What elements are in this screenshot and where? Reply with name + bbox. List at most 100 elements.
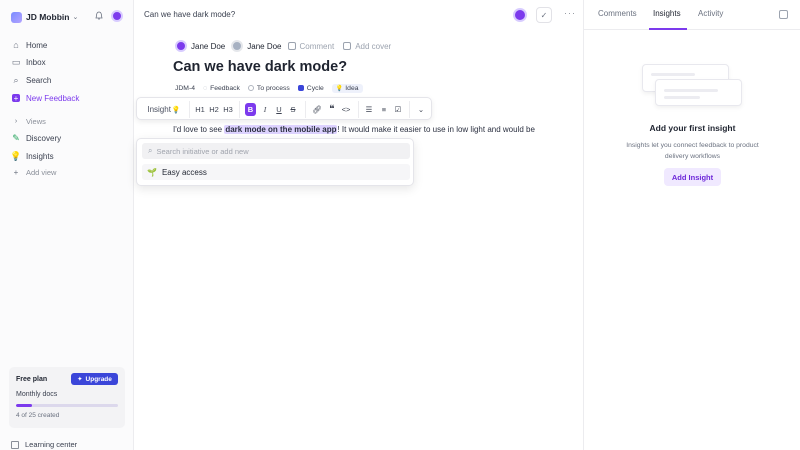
- tab-insights[interactable]: Insights: [653, 9, 681, 18]
- highlighted-text[interactable]: dark mode on the mobile app: [224, 125, 338, 134]
- sidebar-item-label: Search: [26, 75, 52, 85]
- bell-icon[interactable]: [95, 11, 103, 21]
- add-view-button[interactable]: + Add view: [11, 164, 123, 180]
- page-title[interactable]: Can we have dark mode?: [173, 59, 347, 75]
- comment-label: Comment: [299, 41, 335, 51]
- views-section-header[interactable]: › Views: [11, 113, 123, 129]
- empty-state-title: Add your first insight: [649, 123, 736, 133]
- plus-icon: +: [12, 93, 20, 103]
- add-cover-label: Add cover: [355, 41, 392, 51]
- reporter-name[interactable]: Jane Doe: [247, 42, 281, 51]
- panel-tabs: Comments Insights Activity: [584, 0, 800, 30]
- status-label: To process: [256, 84, 290, 92]
- body-text-after: ! It would make it easier to use in low …: [337, 125, 535, 134]
- comment-button[interactable]: Comment: [287, 41, 335, 51]
- chevron-right-icon: ›: [14, 117, 18, 125]
- type-property[interactable]: ◌ Feedback: [203, 85, 240, 92]
- initiative-search-input[interactable]: [156, 146, 397, 156]
- illustration-card: [655, 79, 742, 106]
- cycle-property[interactable]: Cycle: [297, 85, 324, 92]
- toolbar-divider: [409, 101, 410, 118]
- add-cover-button[interactable]: Add cover: [343, 42, 391, 51]
- italic-button[interactable]: I: [260, 103, 270, 116]
- comment-icon: [287, 42, 296, 50]
- dropdown-option-easy-access[interactable]: 🌱 Easy access: [142, 164, 410, 180]
- sidebar-item-new-feedback[interactable]: + New Feedback: [11, 90, 123, 106]
- tab-comments[interactable]: Comments: [598, 9, 637, 18]
- heading-1-button[interactable]: H1: [194, 103, 206, 116]
- sidebar-item-inbox[interactable]: ▭ Inbox: [11, 54, 123, 70]
- initiative-search[interactable]: ⌕: [142, 143, 410, 159]
- option-label: Easy access: [161, 167, 207, 177]
- active-tab-indicator: [649, 28, 687, 30]
- doc-body[interactable]: I'd love to see dark mode on the mobile …: [173, 125, 535, 134]
- chevron-down-icon: ⌄: [72, 14, 79, 21]
- lightbulb-icon: 💡: [335, 85, 344, 92]
- quote-icon[interactable]: ❝: [326, 103, 338, 116]
- insight-label: Insight: [147, 105, 171, 114]
- formatting-toolbar: Insight 💡 H1 H2 H3 B I U S 🔗︎ ❝ <> ☰ ≡ ☑…: [136, 97, 432, 120]
- inbox-icon: ▭: [11, 56, 21, 67]
- home-icon: ⌂: [13, 40, 19, 50]
- bold-button[interactable]: B: [245, 103, 256, 116]
- author-name[interactable]: Jane Doe: [191, 42, 225, 51]
- bullet-list-icon[interactable]: ☰: [363, 103, 375, 116]
- upgrade-button[interactable]: ✦ Upgrade: [71, 373, 118, 385]
- toolbar-divider: [239, 101, 240, 118]
- sidebar-item-insights[interactable]: 💡 Insights: [10, 148, 123, 164]
- book-icon: [11, 440, 19, 449]
- lightbulb-icon: 💡: [10, 150, 22, 161]
- add-insight-button[interactable]: Add Insight: [664, 168, 721, 186]
- mark-done-button[interactable]: ✓: [536, 7, 552, 23]
- insight-button[interactable]: Insight 💡: [144, 103, 184, 116]
- toolbar-divider: [358, 101, 359, 118]
- feedback-icon: ◌: [203, 84, 208, 92]
- chevron-down-icon[interactable]: ⌄: [415, 103, 427, 116]
- doc-people-row: Jane Doe Jane Doe Comment Add cover: [175, 39, 400, 53]
- learning-center-link[interactable]: Learning center: [11, 440, 77, 449]
- sidebar-item-label: Inbox: [26, 57, 46, 67]
- numbered-list-icon[interactable]: ≡: [378, 103, 390, 116]
- sidebar-toggle-icon[interactable]: [779, 10, 788, 19]
- workspace-switcher[interactable]: JD Mobbin ⌄: [11, 10, 123, 24]
- doc-id: JDM-4: [175, 84, 196, 92]
- toolbar-divider: [189, 101, 190, 118]
- heading-3-button[interactable]: H3: [222, 103, 234, 116]
- type-label: Feedback: [210, 84, 240, 92]
- body-text-before: I'd love to see: [173, 125, 225, 134]
- sidebar-item-discovery[interactable]: ✎ Discovery: [11, 130, 123, 146]
- cycle-icon: [297, 85, 304, 91]
- heading-2-button[interactable]: H2: [208, 103, 220, 116]
- docs-progress-bar: [16, 404, 118, 407]
- assignee-avatar[interactable]: [513, 8, 527, 22]
- tab-activity[interactable]: Activity: [698, 9, 723, 18]
- pencil-icon: ✎: [12, 132, 20, 143]
- plan-card: Free plan ✦ Upgrade Monthly docs 4 of 25…: [9, 367, 125, 428]
- sidebar-item-search[interactable]: ⌕ Search: [11, 72, 123, 88]
- status-property[interactable]: To process: [247, 84, 290, 92]
- author-avatar[interactable]: [175, 40, 187, 52]
- code-icon[interactable]: <>: [340, 103, 352, 116]
- strikethrough-button[interactable]: S: [288, 103, 298, 116]
- initiative-dropdown: ⌕ 🌱 Easy access: [136, 138, 414, 186]
- image-icon: [343, 42, 352, 50]
- views-label: Views: [26, 116, 46, 126]
- reporter-avatar[interactable]: [231, 40, 244, 52]
- search-icon: ⌕: [148, 146, 153, 155]
- link-icon[interactable]: 🔗︎: [311, 103, 323, 116]
- workspace-logo: [11, 11, 22, 23]
- learning-center-label: Learning center: [25, 440, 78, 449]
- sidebar: JD Mobbin ⌄ ⌂ Home ▭ Inbox ⌕ Search + Ne…: [0, 0, 134, 450]
- sidebar-item-label: Discovery: [26, 133, 62, 143]
- docs-count: 4 of 25 created: [16, 412, 60, 419]
- breadcrumb-title: Can we have dark mode?: [144, 10, 236, 19]
- underline-button[interactable]: U: [274, 103, 284, 116]
- more-options-icon[interactable]: ···: [564, 8, 576, 18]
- workspace-name: JD Mobbin: [26, 12, 70, 22]
- checklist-icon[interactable]: ☑: [392, 103, 404, 116]
- check-icon: ✓: [540, 10, 548, 20]
- tag-badge[interactable]: 💡 Idea: [331, 83, 363, 93]
- sidebar-item-label: New Feedback: [26, 93, 80, 103]
- user-avatar[interactable]: [111, 10, 123, 22]
- sidebar-item-home[interactable]: ⌂ Home: [11, 37, 123, 53]
